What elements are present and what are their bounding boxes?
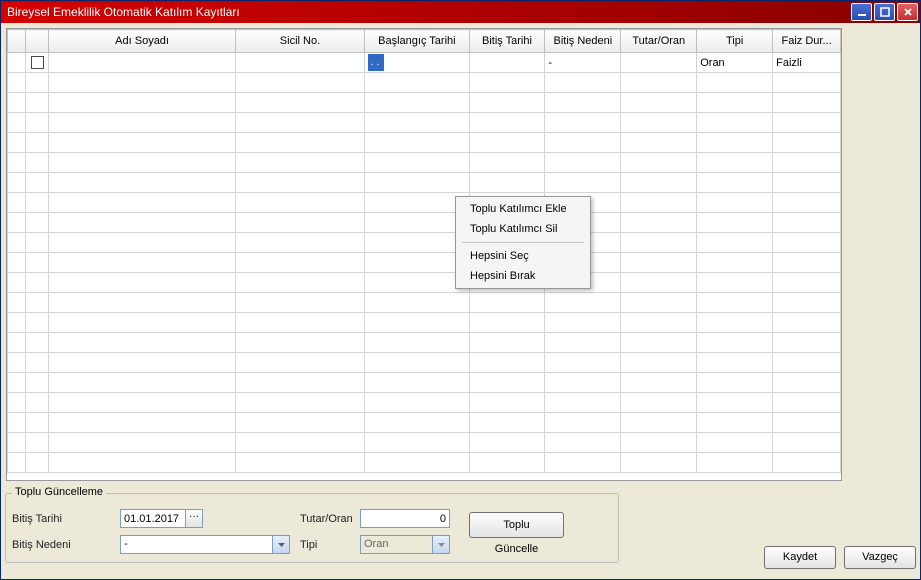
table-row[interactable] (8, 153, 841, 173)
col-name[interactable]: Adı Soyadı (49, 30, 235, 53)
end-date-input[interactable] (120, 509, 186, 528)
grid-header-row: Adı Soyadı Sicil No. Başlangıç Tarihi Bi… (8, 30, 841, 53)
table-row[interactable] (8, 313, 841, 333)
table-row[interactable] (8, 353, 841, 373)
window-buttons (851, 3, 918, 21)
col-end[interactable]: Bitiş Tarihi (469, 30, 545, 53)
col-start[interactable]: Başlangıç Tarihi (365, 30, 469, 53)
menu-remove-bulk[interactable]: Toplu Katılımcı Sil (458, 219, 588, 239)
grid-body: . . - Oran Faizli (8, 53, 841, 473)
titlebar: Bireysel Emeklilik Otomatik Katılım Kayı… (1, 1, 920, 23)
table-row[interactable] (8, 173, 841, 193)
bottom-panel: Toplu Güncelleme Bitiş Tarihi ··· Bitiş … (5, 493, 916, 573)
table-row[interactable] (8, 93, 841, 113)
menu-add-bulk[interactable]: Toplu Katılımcı Ekle (458, 199, 588, 219)
menu-separator (462, 242, 584, 243)
menu-deselect-all[interactable]: Hepsini Bırak (458, 266, 588, 286)
col-type[interactable]: Tipi (697, 30, 773, 53)
cell-name[interactable] (49, 53, 235, 73)
col-faiz[interactable]: Faiz Dur... (773, 30, 841, 53)
amount-input[interactable] (360, 509, 450, 528)
cell-sicil[interactable] (235, 53, 365, 73)
context-menu: Toplu Katılımcı Ekle Toplu Katılımcı Sil… (455, 196, 591, 289)
footer-buttons: Kaydet Vazgeç (764, 546, 916, 569)
table-row[interactable] (8, 453, 841, 473)
data-grid[interactable]: Adı Soyadı Sicil No. Başlangıç Tarihi Bi… (6, 28, 842, 481)
table-row[interactable] (8, 393, 841, 413)
fieldset-legend: Toplu Güncelleme (12, 486, 106, 498)
save-button[interactable]: Kaydet (764, 546, 836, 569)
table-row[interactable] (8, 413, 841, 433)
cell-type[interactable]: Oran (697, 53, 773, 73)
window-title: Bireysel Emeklilik Otomatik Katılım Kayı… (7, 5, 851, 19)
cell-faiz[interactable]: Faizli (773, 53, 841, 73)
table-row[interactable] (8, 113, 841, 133)
table-row[interactable] (8, 233, 841, 253)
maximize-button[interactable] (874, 3, 895, 21)
table-row[interactable] (8, 193, 841, 213)
amount-label: Tutar/Oran (300, 513, 360, 525)
type-label: Tipi (300, 539, 360, 551)
cell-reason[interactable]: - (545, 53, 621, 73)
col-sicil[interactable]: Sicil No. (235, 30, 365, 53)
reason-label: Bitiş Nedeni (12, 539, 120, 551)
bulk-update-fieldset: Toplu Güncelleme Bitiş Tarihi ··· Bitiş … (5, 493, 619, 563)
end-date-label: Bitiş Tarihi (12, 513, 120, 525)
app-window: Bireysel Emeklilik Otomatik Katılım Kayı… (0, 0, 921, 580)
table-row[interactable] (8, 73, 841, 93)
table-row[interactable] (8, 133, 841, 153)
table-row[interactable] (8, 273, 841, 293)
reason-select[interactable]: - (120, 535, 290, 554)
grid-table: Adı Soyadı Sicil No. Başlangıç Tarihi Bi… (7, 29, 841, 473)
cell-amount[interactable] (621, 53, 697, 73)
col-checkbox[interactable] (26, 30, 49, 53)
row-checkbox[interactable] (31, 56, 44, 69)
col-amount[interactable]: Tutar/Oran (621, 30, 697, 53)
col-selector[interactable] (8, 30, 26, 53)
table-row[interactable] (8, 373, 841, 393)
table-row[interactable]: . . - Oran Faizli (8, 53, 841, 73)
table-row[interactable] (8, 213, 841, 233)
chevron-down-icon (272, 536, 289, 553)
content-area: Adı Soyadı Sicil No. Başlangıç Tarihi Bi… (1, 23, 920, 579)
table-row[interactable] (8, 333, 841, 353)
cancel-button[interactable]: Vazgeç (844, 546, 916, 569)
bulk-update-button[interactable]: Toplu Güncelle (469, 512, 564, 538)
col-reason[interactable]: Bitiş Nedeni (545, 30, 621, 53)
table-row[interactable] (8, 433, 841, 453)
cell-start[interactable]: . . (365, 53, 469, 73)
table-row[interactable] (8, 253, 841, 273)
chevron-down-icon (432, 536, 449, 553)
end-date-picker-button[interactable]: ··· (185, 509, 203, 528)
type-select: Oran (360, 535, 450, 554)
cell-end[interactable] (469, 53, 545, 73)
menu-select-all[interactable]: Hepsini Seç (458, 246, 588, 266)
minimize-button[interactable] (851, 3, 872, 21)
table-row[interactable] (8, 293, 841, 313)
close-button[interactable] (897, 3, 918, 21)
